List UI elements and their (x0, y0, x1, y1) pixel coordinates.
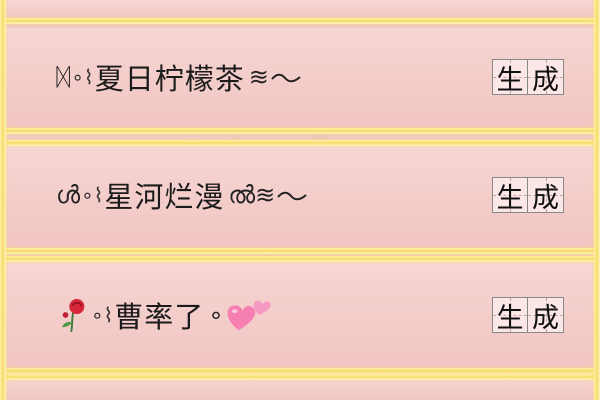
frame-divider (0, 18, 600, 24)
wave-flourish-icon (277, 191, 307, 201)
row-separator-symbol: ∘⌇ (91, 303, 114, 327)
name-text: 星河烂漫 (104, 180, 225, 214)
generate-button[interactable]: 生 成 (492, 59, 564, 96)
generate-button[interactable]: 生 成 (492, 177, 564, 214)
rose-icon (61, 299, 85, 333)
row-separator-symbol: ∘⌇ (71, 65, 94, 89)
row-tail-symbol: ൽ≋ (228, 181, 276, 209)
name-row-3: ∘⌇ 曹率了 ∘ 生 成 (6, 290, 594, 340)
generate-button-char: 成 (532, 302, 559, 334)
frame-divider (0, 256, 600, 262)
generate-button-char: 生 (496, 64, 524, 96)
generate-button-char: 生 (496, 182, 524, 214)
generate-button-char: 成 (532, 182, 559, 214)
row-separator-symbol: ∘⌇ (81, 183, 104, 207)
wave-flourish-icon (271, 73, 301, 83)
generate-button-char: 生 (496, 302, 524, 334)
two-hearts-icon (227, 300, 271, 331)
bottom-panel-edge (0, 378, 600, 400)
frame-divider (0, 374, 600, 380)
name-text: 夏日柠檬茶 (94, 62, 245, 96)
frame-right-edge (594, 0, 600, 400)
row-lead-symbol: ᛞ (56, 63, 71, 91)
name-text: 曹率了 (114, 300, 205, 334)
row-tail-symbol: ∘ (208, 301, 224, 329)
row-tail-symbol: ≋ (248, 63, 269, 91)
frame-divider (0, 248, 600, 254)
row-lead-symbol: ൾ (56, 181, 81, 209)
frame-divider (0, 140, 600, 146)
name-row-2: ൾ ∘⌇ 星河烂漫 ൽ≋ 生 成 (6, 170, 594, 220)
generate-button[interactable]: 生 成 (492, 297, 564, 334)
name-row-1: ᛞ ∘⌇ 夏日柠檬茶 ≋ 生 成 (6, 52, 594, 102)
generate-button-char: 成 (532, 64, 559, 96)
frame-divider (0, 128, 600, 134)
